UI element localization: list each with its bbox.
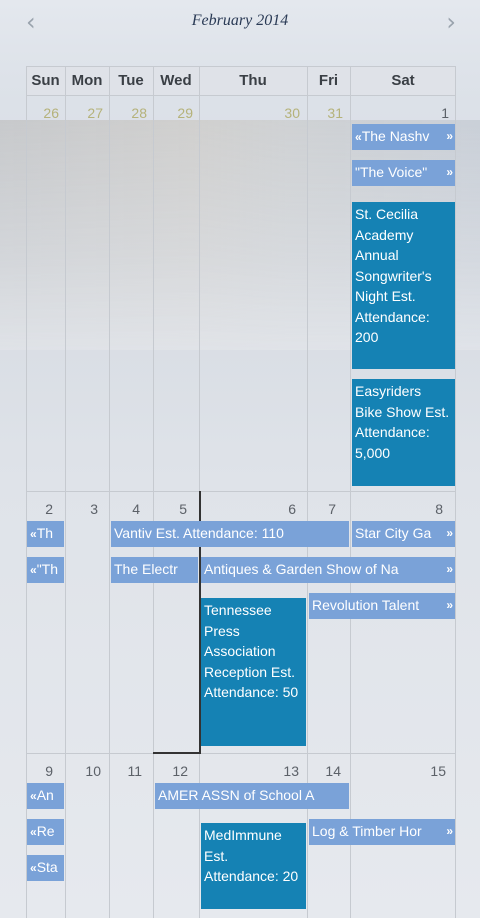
grid-line (26, 95, 456, 96)
event-item[interactable]: AMER ASSN of School A (155, 783, 349, 809)
continues-right-icon: » (446, 129, 453, 143)
event-item[interactable]: "The Voice" » (352, 160, 455, 186)
month-calendar-grid: Sun Mon Tue Wed Thu Fri Sat 26 27 28 29 … (26, 66, 456, 918)
continues-right-icon: » (446, 165, 453, 179)
day-number[interactable]: 14 (307, 763, 341, 779)
event-item[interactable]: The Electr (111, 557, 198, 583)
calendar-header: ‹ February 2014 › (0, 0, 480, 48)
weekday-sun: Sun (31, 72, 60, 89)
event-item[interactable]: «Th (27, 521, 64, 547)
weekday-mon: Mon (71, 72, 103, 89)
event-item[interactable]: «Sta (27, 855, 64, 881)
grid-line (153, 66, 154, 918)
grid-line (26, 491, 456, 492)
event-title: The Electr (114, 561, 178, 577)
event-item[interactable]: Log & Timber Hor » (309, 819, 455, 845)
weekday-fri: Fri (318, 72, 339, 89)
day-number[interactable]: 2 (26, 501, 53, 517)
weekday-tue: Tue (118, 72, 144, 89)
day-number[interactable]: 1 (350, 105, 449, 121)
day-number[interactable]: 5 (153, 501, 187, 517)
event-item[interactable]: Tennessee Press Association Reception Es… (201, 598, 306, 746)
day-number[interactable]: 30 (199, 105, 300, 121)
continues-right-icon: » (446, 526, 453, 540)
continues-left-icon: « (30, 789, 37, 803)
day-number[interactable]: 15 (350, 763, 446, 779)
event-item[interactable]: Antiques & Garden Show of Na » (201, 557, 455, 583)
weekday-thu: Thu (239, 72, 267, 89)
event-item[interactable]: MedImmune Est. Attendance: 20 (201, 823, 306, 909)
event-title: AMER ASSN of School A (158, 787, 315, 803)
continues-left-icon: « (30, 527, 37, 541)
day-number[interactable]: 3 (65, 501, 98, 517)
day-number[interactable]: 27 (65, 105, 103, 121)
day-number[interactable]: 13 (199, 763, 299, 779)
day-number[interactable]: 12 (153, 763, 188, 779)
event-title: Th (36, 525, 54, 541)
event-title: Log & Timber Hor (312, 823, 422, 839)
day-number[interactable]: 10 (65, 763, 101, 779)
event-title: St. Cecilia Academy Annual Songwriter's … (355, 206, 432, 345)
event-item[interactable]: «An (27, 783, 64, 809)
event-title: Revolution Talent (312, 597, 420, 613)
continues-left-icon: « (30, 861, 37, 875)
day-number[interactable]: 29 (153, 105, 193, 121)
continues-right-icon: » (446, 562, 453, 576)
today-marker (153, 752, 201, 754)
day-number[interactable]: 4 (109, 501, 140, 517)
continues-left-icon: « (30, 825, 37, 839)
day-number[interactable]: 6 (199, 501, 296, 517)
event-item[interactable]: Easyriders Bike Show Est. Attendance: 5,… (352, 379, 455, 486)
event-title: An (36, 787, 54, 803)
grid-line (26, 66, 456, 67)
event-title: The Nashv (361, 128, 430, 144)
day-number[interactable]: 11 (109, 763, 142, 779)
event-item[interactable]: Star City Ga » (352, 521, 455, 547)
event-title: Re (36, 823, 55, 839)
event-item[interactable]: Vantiv Est. Attendance: 110 (111, 521, 349, 547)
event-title: "Th (36, 561, 58, 577)
continues-left-icon: « (30, 563, 37, 577)
day-number[interactable]: 7 (307, 501, 336, 517)
event-item[interactable]: «The Nashv » (352, 124, 455, 150)
event-title: Easyriders Bike Show Est. Attendance: 5,… (355, 383, 450, 461)
continues-left-icon: « (355, 130, 362, 144)
next-month-icon[interactable]: › (446, 8, 456, 36)
grid-line (65, 66, 66, 918)
weekday-sat: Sat (391, 72, 415, 89)
day-number[interactable]: 9 (26, 763, 53, 779)
event-title: Star City Ga (355, 525, 432, 541)
event-title: Sta (36, 859, 58, 875)
event-title: Tennessee Press Association Reception Es… (204, 602, 299, 700)
event-item[interactable]: Revolution Talent » (309, 593, 455, 619)
event-title: MedImmune Est. Attendance: 20 (204, 827, 299, 884)
event-title: Vantiv Est. Attendance: 110 (114, 525, 284, 541)
grid-line (455, 66, 456, 918)
continues-right-icon: » (446, 824, 453, 838)
day-number[interactable]: 26 (26, 105, 59, 121)
event-title: Antiques & Garden Show of Na (204, 561, 399, 577)
weekday-header-row: Sun Mon Tue Wed Thu Fri Sat (26, 66, 456, 95)
continues-right-icon: » (446, 598, 453, 612)
day-number[interactable]: 8 (350, 501, 443, 517)
day-number[interactable]: 28 (109, 105, 147, 121)
grid-line (350, 66, 351, 918)
event-title: "The Voice" (355, 164, 428, 180)
event-item[interactable]: «Re (27, 819, 64, 845)
event-item[interactable]: St. Cecilia Academy Annual Songwriter's … (352, 202, 455, 369)
weekday-wed: Wed (160, 72, 192, 89)
grid-line (109, 66, 110, 918)
grid-line (26, 753, 456, 754)
month-title: February 2014 (191, 12, 289, 29)
day-number[interactable]: 31 (307, 105, 343, 121)
event-item[interactable]: «"Th (27, 557, 64, 583)
